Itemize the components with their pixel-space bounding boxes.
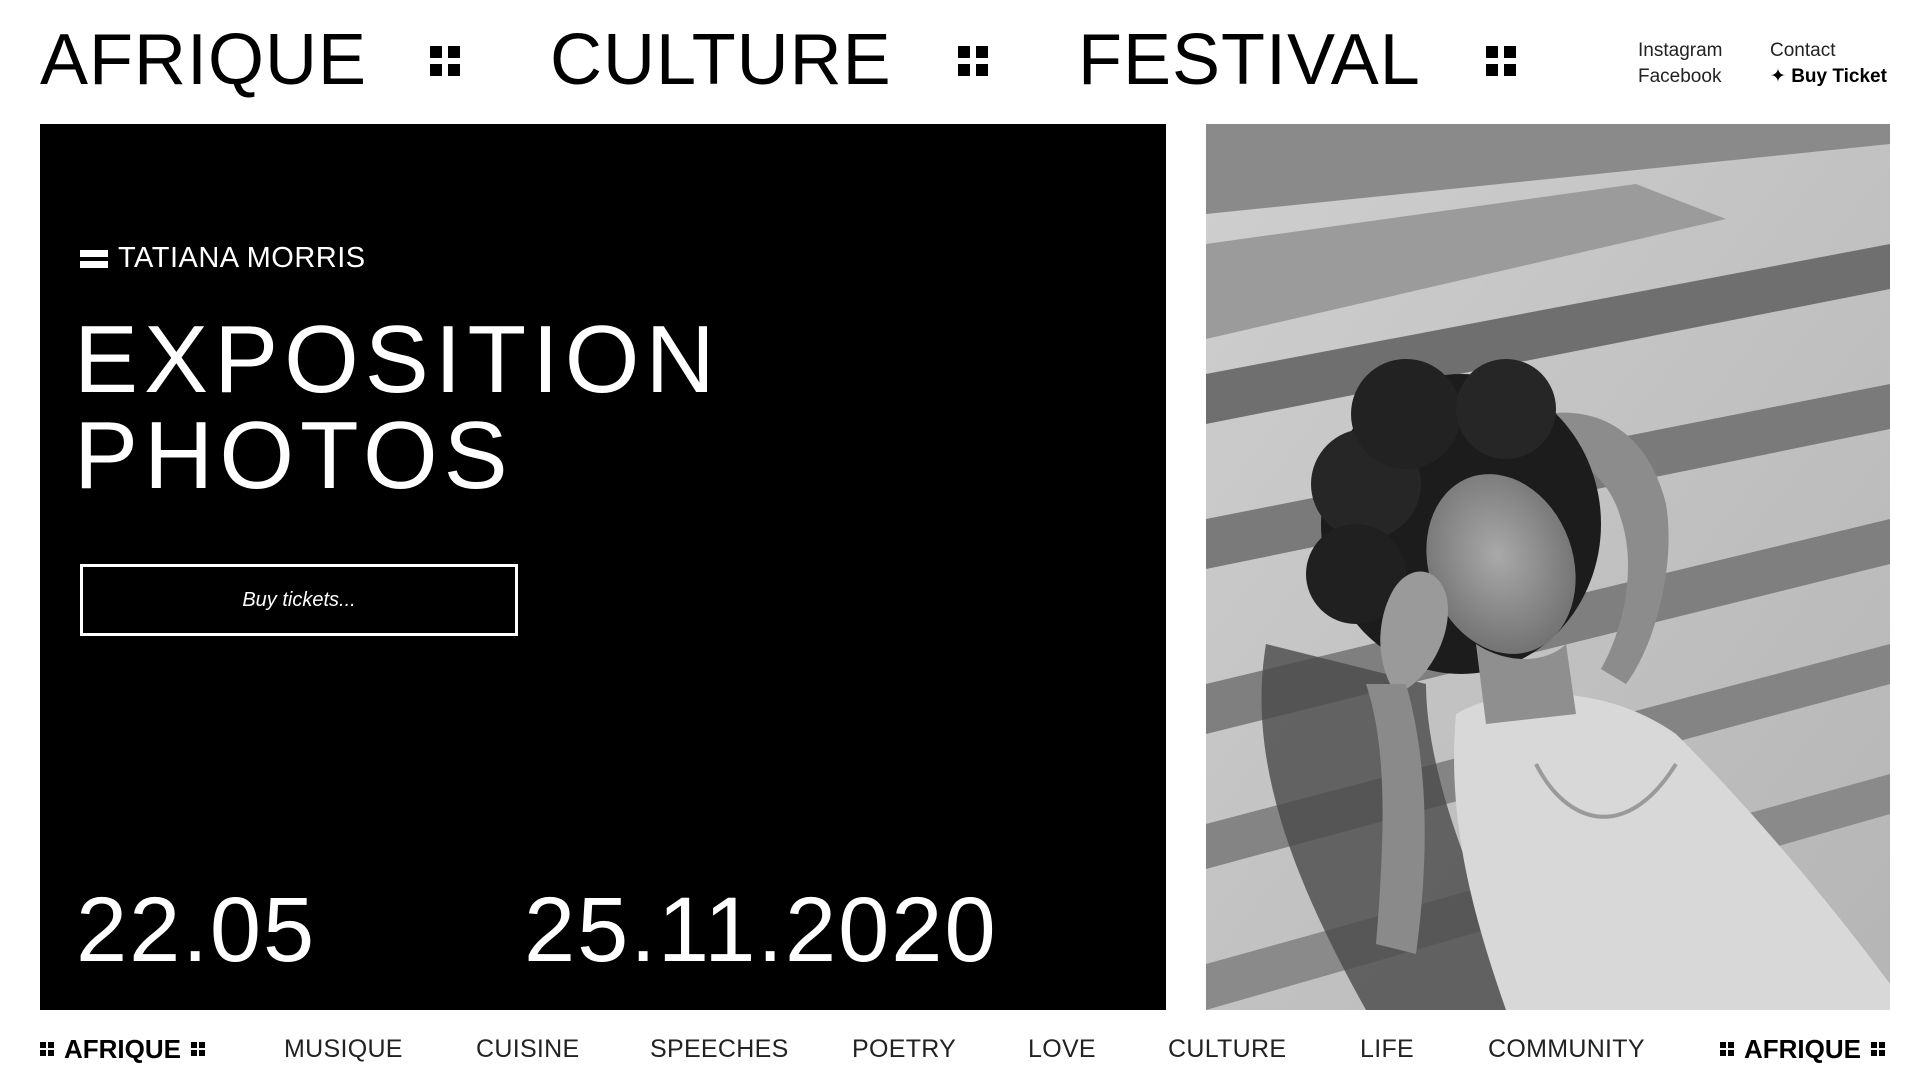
page: AFRIQUE CULTURE FESTIVAL Instagram Faceb… xyxy=(0,0,1920,1080)
four-dots-icon xyxy=(958,46,988,76)
nav-brand-label: AFRIQUE xyxy=(64,1034,181,1064)
brand-word-festival[interactable]: FESTIVAL xyxy=(1078,24,1421,96)
bottom-nav: AFRIQUE MUSIQUE CUISINE SPEECHES POETRY … xyxy=(40,1030,1890,1070)
nav-item-cuisine[interactable]: CUISINE xyxy=(476,1034,580,1064)
instagram-link[interactable]: Instagram xyxy=(1638,38,1722,64)
hero-title: EXPOSITION PHOTOS xyxy=(74,312,721,504)
portrait-photo-drawing xyxy=(1206,124,1890,1010)
equals-icon xyxy=(80,249,108,269)
author-line: TATIANA MORRIS xyxy=(80,242,366,275)
nav-brand-right[interactable]: AFRIQUE xyxy=(1720,1034,1885,1064)
utility-links: Contact ✦ Buy Ticket xyxy=(1770,38,1887,90)
four-dots-icon xyxy=(1871,1042,1885,1056)
buy-tickets-button[interactable]: Buy tickets... xyxy=(80,564,518,636)
brand-word-afrique[interactable]: AFRIQUE xyxy=(40,24,367,96)
nav-item-culture[interactable]: CULTURE xyxy=(1168,1034,1286,1064)
nav-item-life[interactable]: LIFE xyxy=(1360,1034,1414,1064)
hero-title-line: PHOTOS xyxy=(74,402,514,509)
header: AFRIQUE CULTURE FESTIVAL Instagram Faceb… xyxy=(40,18,1890,118)
buy-ticket-link[interactable]: ✦ Buy Ticket xyxy=(1770,64,1887,90)
facebook-link[interactable]: Facebook xyxy=(1638,64,1722,90)
four-dots-icon xyxy=(430,46,460,76)
nav-item-musique[interactable]: MUSIQUE xyxy=(284,1034,403,1064)
hero-panel: TATIANA MORRIS EXPOSITION PHOTOS Buy tic… xyxy=(40,124,1166,1010)
date-end: 25.11.2020 xyxy=(524,879,998,981)
portrait-photo xyxy=(1206,124,1890,1010)
four-dots-icon xyxy=(1720,1042,1734,1056)
nav-brand-label: AFRIQUE xyxy=(1744,1034,1861,1064)
nav-item-poetry[interactable]: POETRY xyxy=(852,1034,956,1064)
date-start: 22.05 xyxy=(76,879,317,981)
four-dots-icon xyxy=(1486,46,1516,76)
four-dots-icon xyxy=(40,1042,54,1056)
four-dots-icon xyxy=(191,1042,205,1056)
social-links: Instagram Facebook xyxy=(1638,38,1722,90)
brand-word-culture[interactable]: CULTURE xyxy=(550,24,892,96)
nav-item-community[interactable]: COMMUNITY xyxy=(1488,1034,1645,1064)
author-name: TATIANA MORRIS xyxy=(118,242,366,274)
hero-title-line: EXPOSITION xyxy=(74,306,721,413)
contact-link[interactable]: Contact xyxy=(1770,38,1887,64)
nav-brand-left[interactable]: AFRIQUE xyxy=(40,1034,205,1064)
nav-item-love[interactable]: LOVE xyxy=(1028,1034,1096,1064)
nav-item-speeches[interactable]: SPEECHES xyxy=(650,1034,789,1064)
